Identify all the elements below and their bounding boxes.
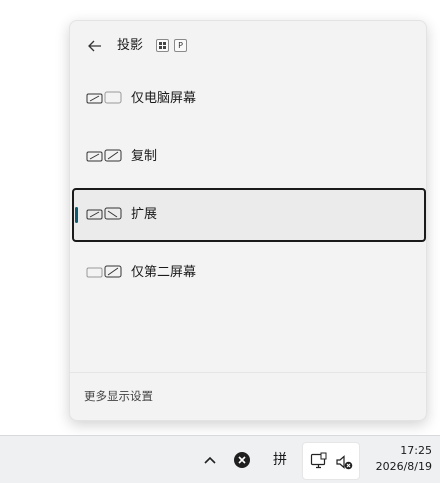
- close-circle-icon[interactable]: [232, 450, 252, 470]
- option-second-screen-only[interactable]: 仅第二屏幕: [72, 246, 426, 300]
- clock-time: 17:25: [400, 444, 432, 457]
- selected-indicator: [75, 207, 78, 223]
- taskbar: 拼 17:25 2026/8/19: [0, 435, 440, 483]
- volume-muted-icon: [336, 455, 353, 470]
- flyout-footer: 更多显示设置: [70, 372, 426, 420]
- back-arrow-icon[interactable]: [84, 35, 106, 57]
- chevron-up-icon[interactable]: [199, 450, 221, 470]
- option-label: 仅第二屏幕: [131, 265, 197, 280]
- option-label: 扩展: [131, 207, 158, 222]
- option-label: 复制: [131, 149, 158, 164]
- option-extend[interactable]: 扩展: [72, 188, 426, 242]
- network-icon: [310, 452, 327, 469]
- pc-screen-only-icon: [86, 91, 122, 104]
- option-label: 仅电脑屏幕: [131, 91, 197, 106]
- quick-settings-button[interactable]: [302, 442, 360, 480]
- windows-logo-icon: [159, 42, 166, 49]
- extend-icon: [86, 207, 122, 220]
- windows-key-badge: [156, 39, 169, 52]
- option-duplicate[interactable]: 复制: [72, 130, 426, 184]
- ime-indicator[interactable]: 拼: [268, 449, 292, 471]
- flyout-title: 投影: [117, 38, 144, 53]
- clock-date: 2026/8/19: [375, 460, 432, 473]
- duplicate-icon: [86, 149, 122, 162]
- flyout-header: 投影 P: [70, 21, 426, 71]
- second-screen-only-icon: [86, 265, 122, 278]
- option-pc-screen-only[interactable]: 仅电脑屏幕: [72, 72, 426, 126]
- more-display-settings-link[interactable]: 更多显示设置: [84, 388, 153, 404]
- p-key-badge: P: [174, 39, 187, 52]
- project-flyout: 投影 P 仅电脑屏幕 复制 扩展 仅第二屏幕 更多显示设置: [69, 20, 427, 421]
- clock[interactable]: 17:25 2026/8/19: [360, 443, 432, 475]
